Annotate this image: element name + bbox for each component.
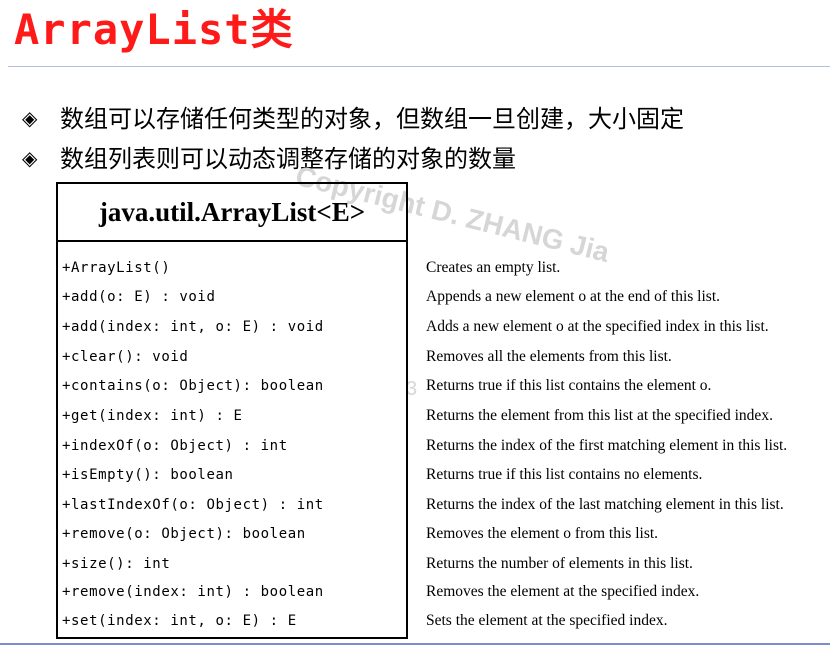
method-signature: +isEmpty(): boolean (62, 467, 234, 483)
method-description: Appends a new element o at the end of th… (426, 288, 721, 305)
bullet-item-2: ◈ 数组列表则可以动态调整存储的对象的数量 (22, 142, 516, 175)
bullet-text-1: 数组可以存储任何类型的对象，但数组一旦创建，大小固定 (60, 105, 684, 133)
method-signature: +clear(): void (62, 349, 189, 365)
method-signature: +indexOf(o: Object) : int (62, 438, 288, 454)
method-description: Returns the index of the first matching … (426, 437, 788, 454)
diamond-bullet-icon: ◈ (22, 106, 38, 130)
uml-class-name: java.util.ArrayList<E> (58, 184, 406, 242)
title-divider (8, 66, 830, 67)
method-description: Returns the index of the last matching e… (426, 496, 784, 513)
method-description: Adds a new element o at the specified in… (426, 318, 769, 335)
method-signature: +set(index: int, o: E) : E (62, 613, 297, 629)
method-signature: +ArrayList() (62, 260, 171, 276)
slide-title: ArrayList类 (14, 5, 294, 54)
bullet-item-1: ◈ 数组可以存储任何类型的对象，但数组一旦创建，大小固定 (22, 102, 684, 135)
bullet-text-2: 数组列表则可以动态调整存储的对象的数量 (60, 145, 516, 173)
method-description: Returns true if this list contains the e… (426, 377, 712, 394)
method-description: Returns the element from this list at th… (426, 407, 773, 424)
method-description: Returns the number of elements in this l… (426, 555, 693, 572)
method-description: Returns true if this list contains no el… (426, 466, 703, 483)
method-signature: +add(index: int, o: E) : void (62, 319, 324, 335)
method-description: Removes all the elements from this list. (426, 348, 672, 365)
method-signature: +get(index: int) : E (62, 408, 243, 424)
method-signature: +size(): int (62, 556, 171, 572)
method-signature: +contains(o: Object): boolean (62, 378, 324, 394)
diamond-bullet-icon: ◈ (22, 146, 38, 170)
method-description: Creates an empty list. (426, 259, 561, 276)
method-description: Removes the element o from this list. (426, 525, 659, 542)
method-description: Removes the element at the specified ind… (426, 583, 700, 600)
method-signature: +remove(index: int) : boolean (62, 584, 324, 600)
method-signature: +lastIndexOf(o: Object) : int (62, 497, 324, 513)
method-signature: +add(o: E) : void (62, 289, 216, 305)
method-description: Sets the element at the specified index. (426, 612, 668, 629)
slide-bottom-rule (0, 643, 830, 645)
method-signature: +remove(o: Object): boolean (62, 526, 306, 542)
